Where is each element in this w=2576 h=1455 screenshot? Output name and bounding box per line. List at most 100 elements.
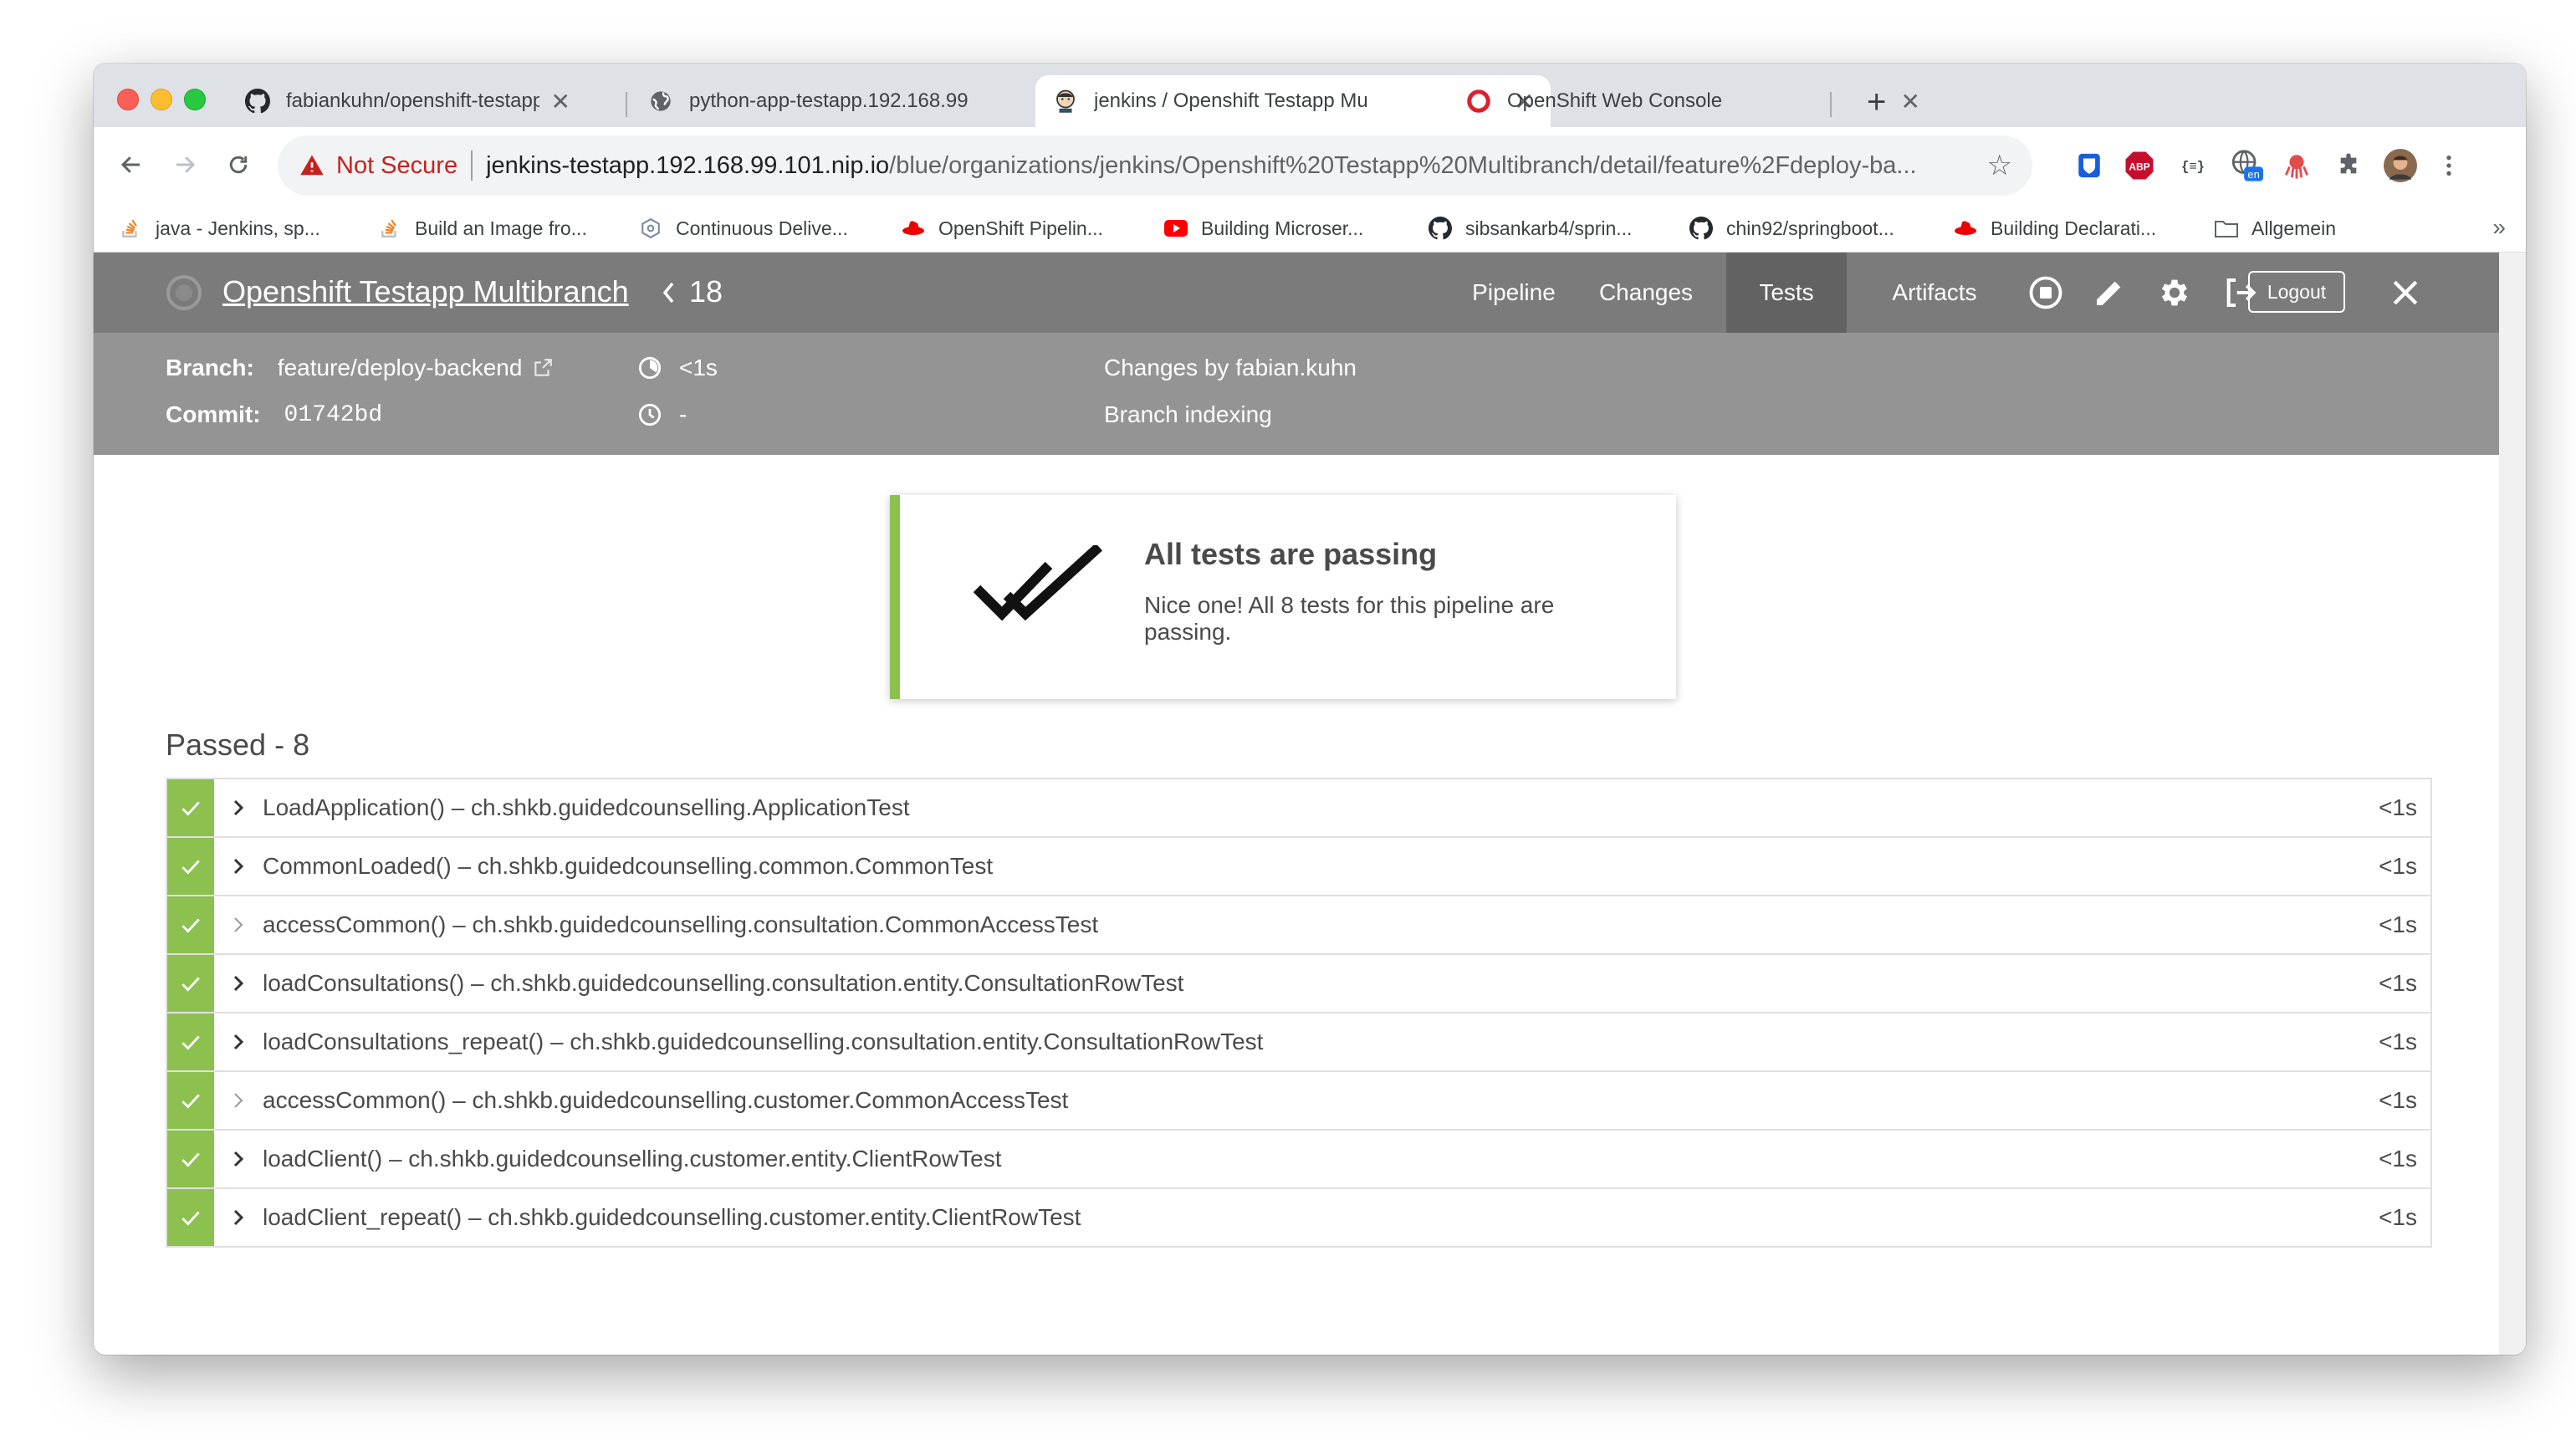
bookmark-item[interactable]: Build an Image fro... <box>378 212 587 244</box>
test-row[interactable]: loadClient() – ch.shkb.guidedcounselling… <box>167 1131 2430 1189</box>
close-tab-icon[interactable]: ✕ <box>551 88 570 115</box>
tab-title: python-app-testapp.192.168.99 <box>689 89 969 112</box>
expand-chevron-icon[interactable] <box>214 1149 263 1169</box>
test-duration: <1s <box>2379 1029 2417 1054</box>
test-row[interactable]: CommonLoaded() – ch.shkb.guidedcounselli… <box>167 838 2430 896</box>
passing-message: Nice one! All 8 tests for this pipeline … <box>1144 592 1555 645</box>
arrow-left-icon <box>120 156 140 173</box>
more-bookmarks-button[interactable]: » <box>2492 214 2506 241</box>
github-icon <box>244 88 271 115</box>
test-name: loadConsultations() – ch.shkb.guidedcoun… <box>263 970 1184 996</box>
page-scrollbar[interactable] <box>2499 253 2526 1355</box>
test-duration: <1s <box>2379 853 2417 879</box>
forward-button[interactable] <box>164 144 206 186</box>
tab-title: jenkins / Openshift Testapp Mu <box>1094 89 1368 112</box>
new-tab-button[interactable]: + <box>1867 82 1886 122</box>
external-link-icon[interactable] <box>532 357 554 379</box>
minimize-window-button[interactable] <box>151 89 172 110</box>
expand-chevron-icon[interactable] <box>214 798 263 818</box>
kubernetes-icon <box>639 217 662 240</box>
not-secure-label[interactable]: Not Secure <box>336 152 457 180</box>
test-name: accessCommon() – ch.shkb.guidedcounselli… <box>263 1087 1069 1113</box>
time-info: - <box>637 401 687 428</box>
time-value: - <box>679 401 687 427</box>
chevron-left-icon <box>662 282 674 304</box>
bookmark-item[interactable]: Building Declarati... <box>1954 212 2156 244</box>
tab-title: fabiankuhn/openshift-testapp <box>286 89 539 112</box>
tab-tests[interactable]: Tests <box>1726 253 1847 333</box>
test-row[interactable]: loadConsultations_repeat() – ch.shkb.gui… <box>167 1013 2430 1072</box>
extensions-puzzle-icon[interactable] <box>2332 149 2365 182</box>
test-row[interactable]: loadConsultations() – ch.shkb.guidedcoun… <box>167 955 2430 1013</box>
adblock-plus-icon[interactable]: ABP <box>2123 149 2156 182</box>
commit-hash[interactable]: 01742bd <box>284 402 383 428</box>
test-passed-badge <box>167 1189 214 1246</box>
translate-extension-icon[interactable]: en <box>2230 149 2263 182</box>
bitwarden-icon[interactable] <box>2073 149 2106 182</box>
octopus-extension-icon[interactable] <box>2280 149 2313 182</box>
expand-chevron-icon[interactable] <box>214 915 263 935</box>
bookmark-label: Continuous Delive... <box>676 217 848 239</box>
expand-chevron-icon[interactable] <box>214 1207 263 1228</box>
reload-button[interactable] <box>217 144 259 186</box>
bookmark-item[interactable]: java - Jenkins, sp... <box>119 212 320 244</box>
gear-icon[interactable] <box>2156 274 2193 311</box>
bookmark-item[interactable]: Building Microser... <box>1164 212 1363 244</box>
passed-count-heading: Passed - 8 <box>166 728 310 762</box>
tab-separator <box>626 92 627 117</box>
profile-avatar[interactable] <box>2384 149 2417 182</box>
expand-chevron-icon[interactable] <box>214 856 263 876</box>
bookmark-item[interactable]: sibsankarb4/sprin... <box>1429 212 1632 244</box>
test-duration: <1s <box>2379 1146 2417 1172</box>
test-name: loadConsultations_repeat() – ch.shkb.gui… <box>263 1029 1264 1054</box>
test-passed-badge <box>167 838 214 895</box>
url-text[interactable]: jenkins-testapp.192.168.99.101.nip.io/bl… <box>486 152 1971 180</box>
test-duration: <1s <box>2379 1204 2417 1230</box>
changes-text: Changes by fabian.kuhn <box>1104 355 1357 380</box>
tab-artifacts[interactable]: Artifacts <box>1872 253 1997 333</box>
address-bar[interactable]: Not Secure jenkins-testapp.192.168.99.10… <box>278 135 2032 196</box>
close-tab-icon[interactable]: ✕ <box>1901 88 1920 115</box>
browser-tab-github[interactable]: fabiankuhn/openshift-testapp ✕ <box>227 75 587 127</box>
test-row[interactable]: loadClient_repeat() – ch.shkb.guidedcoun… <box>167 1189 2430 1248</box>
test-passed-badge <box>167 1013 214 1070</box>
test-row[interactable]: LoadApplication() – ch.shkb.guidedcounse… <box>167 779 2430 838</box>
browser-toolbar: Not Secure jenkins-testapp.192.168.99.10… <box>94 127 2526 204</box>
stackoverflow-icon <box>378 217 401 240</box>
tab-strip: fabiankuhn/openshift-testapp ✕ python-ap… <box>94 64 2526 127</box>
test-row[interactable]: accessCommon() – ch.shkb.guidedcounselli… <box>167 1072 2430 1131</box>
jenkins-page: Openshift Testapp Multibranch 18 Pipelin… <box>94 253 2499 1355</box>
expand-chevron-icon[interactable] <box>214 1032 263 1052</box>
expand-chevron-icon[interactable] <box>214 973 263 993</box>
bookmark-label: chin92/springboot... <box>1726 217 1894 239</box>
bookmark-folder[interactable]: Allgemein <box>2215 212 2336 244</box>
pipeline-name-link[interactable]: Openshift Testapp Multibranch <box>222 274 629 309</box>
tab-pipeline[interactable]: Pipeline <box>1464 253 1564 333</box>
json-formatter-icon[interactable]: {≡} <box>2176 149 2210 182</box>
close-icon[interactable] <box>2387 274 2424 311</box>
test-passed-badge <box>167 896 214 953</box>
tab-changes[interactable]: Changes <box>1587 253 1705 333</box>
arrow-right-icon <box>176 156 196 173</box>
test-name: loadClient() – ch.shkb.guidedcounselling… <box>263 1146 1002 1172</box>
bookmark-item[interactable]: chin92/springboot... <box>1689 212 1894 244</box>
stop-run-icon[interactable] <box>2027 274 2064 311</box>
test-row[interactable]: accessCommon() – ch.shkb.guidedcounselli… <box>167 896 2430 955</box>
maximize-window-button[interactable] <box>184 89 206 110</box>
bookmark-item[interactable]: Continuous Delive... <box>639 212 848 244</box>
bookmark-star-icon[interactable]: ☆ <box>1987 149 2012 182</box>
logout-button[interactable]: Logout <box>2248 271 2345 313</box>
bookmark-item[interactable]: OpenShift Pipelin... <box>902 212 1103 244</box>
edit-pencil-icon[interactable] <box>2091 274 2128 311</box>
github-icon <box>1429 217 1452 240</box>
openshift-icon <box>1465 88 1492 115</box>
jenkins-icon <box>1052 88 1079 115</box>
close-window-button[interactable] <box>117 89 139 110</box>
browser-tab-openshift[interactable]: OpenShift Web Console ✕ <box>1449 75 1937 127</box>
browser-menu-icon[interactable] <box>2432 149 2466 182</box>
branch-value[interactable]: feature/deploy-backend <box>278 355 523 381</box>
back-button[interactable] <box>110 144 152 186</box>
expand-chevron-icon[interactable] <box>214 1090 263 1110</box>
cause-info: Branch indexing <box>1104 401 1272 428</box>
branch-label: Branch: <box>166 355 254 380</box>
